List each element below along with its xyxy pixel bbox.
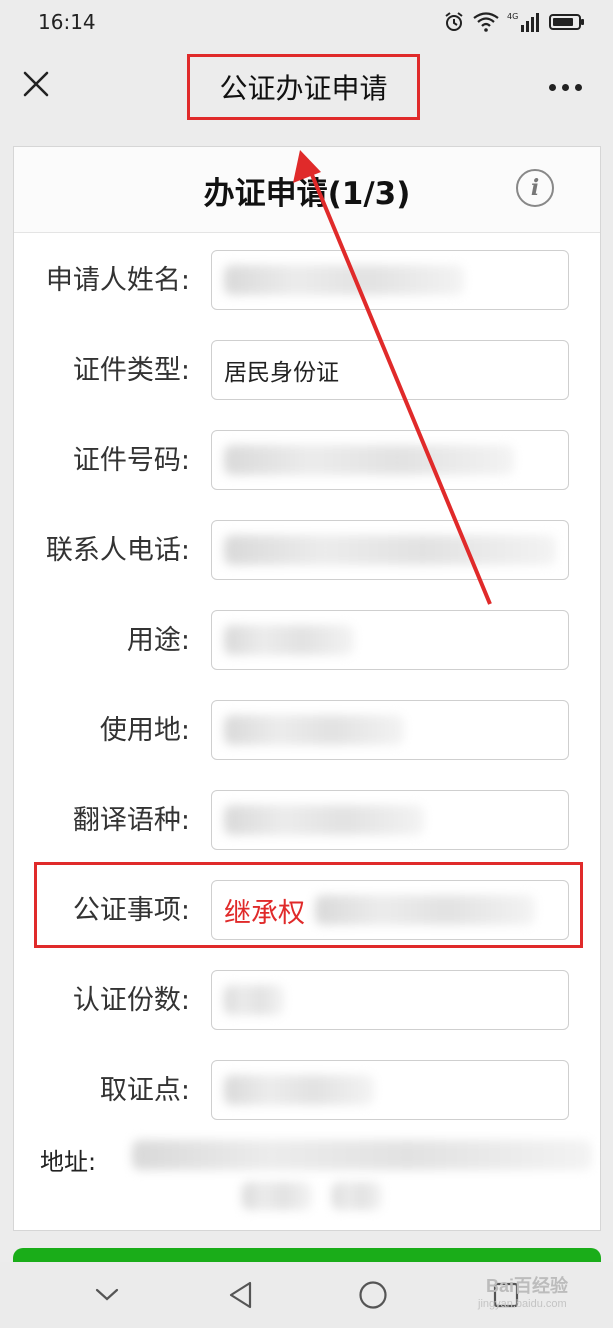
collapse-button[interactable] (83, 1271, 131, 1319)
form-row-id-type: 证件类型: 居民身份证 (14, 340, 600, 402)
form-row-copies: 认证份数: (14, 970, 600, 1032)
close-icon (23, 71, 49, 97)
info-icon[interactable]: i (516, 169, 554, 207)
field-label: 公证事项: (72, 895, 190, 926)
battery-icon (549, 14, 584, 30)
more-icon-dot (548, 83, 556, 91)
status-icons: 4G (443, 11, 585, 33)
field-label: 用途: (126, 625, 190, 656)
form-header: 办证申请(1/3) i (14, 147, 600, 233)
blurred-value (132, 1140, 592, 1170)
form-row-notary-matter: 公证事项: 继承权 (14, 880, 600, 942)
nav-bar: 公证办证申请 (0, 44, 613, 130)
blurred-value (224, 625, 354, 655)
more-icon-dot (561, 83, 569, 91)
blurred-value (224, 985, 284, 1015)
blurred-value (224, 535, 556, 565)
form-row-purpose: 用途: (14, 610, 600, 672)
form-row-applicant-name: 申请人姓名: (14, 250, 600, 312)
blurred-value (242, 1182, 312, 1210)
svg-text:4G: 4G (507, 12, 518, 21)
field-label: 申请人姓名: (45, 265, 190, 296)
status-time: 16:14 (38, 10, 96, 34)
blurred-value (332, 1182, 382, 1210)
form-row-id-number: 证件号码: (14, 430, 600, 492)
notary-matter-field[interactable]: 继承权 (211, 880, 569, 940)
recents-square-icon (494, 1282, 519, 1308)
field-label: 翻译语种: (72, 805, 190, 836)
blurred-value (224, 265, 464, 295)
page-title: 公证办证申请 (187, 54, 420, 120)
back-triangle-icon (229, 1281, 251, 1309)
purpose-field[interactable] (211, 610, 569, 670)
system-nav-bar (0, 1262, 613, 1328)
contact-phone-field[interactable] (211, 520, 569, 580)
alarm-icon (445, 12, 463, 31)
blurred-value (224, 1075, 374, 1105)
address-value (122, 1132, 600, 1222)
status-bar: 16:14 4G (0, 0, 613, 44)
id-type-field[interactable]: 居民身份证 (211, 340, 569, 400)
blurred-value (224, 805, 424, 835)
more-icon-dot (574, 83, 582, 91)
translation-language-field[interactable] (211, 790, 569, 850)
field-label: 联系人电话: (45, 535, 190, 566)
blurred-value (315, 895, 535, 925)
form-title: 办证申请(1/3) (203, 175, 411, 212)
home-circle-icon (359, 1281, 387, 1309)
field-label: 证件号码: (72, 445, 190, 476)
copies-field[interactable] (211, 970, 569, 1030)
blurred-value (224, 445, 514, 475)
wifi-icon (473, 12, 499, 32)
form-row-contact-phone: 联系人电话: (14, 520, 600, 582)
close-button[interactable] (18, 66, 54, 102)
signal-icon: 4G (507, 12, 539, 32)
recents-button[interactable] (482, 1271, 530, 1319)
field-label: 认证份数: (72, 985, 190, 1016)
chevron-down-icon (95, 1288, 118, 1301)
field-label: 证件类型: (72, 355, 190, 386)
field-label: 取证点: (99, 1075, 190, 1106)
form-row-pickup-point: 取证点: (14, 1060, 600, 1122)
notary-matter-value: 继承权 (224, 897, 305, 929)
blurred-value (224, 715, 404, 745)
field-label: 使用地: (99, 715, 190, 746)
applicant-name-field[interactable] (211, 250, 569, 310)
form-row-use-location: 使用地: (14, 700, 600, 762)
address-label: 地址: (40, 1148, 97, 1176)
pickup-point-field[interactable] (211, 1060, 569, 1120)
form-panel: 办证申请(1/3) i 申请人姓名: 证件类型: 居民身份证 证件号码: 联系人… (13, 146, 601, 1231)
form-row-translation-language: 翻译语种: (14, 790, 600, 852)
id-number-field[interactable] (211, 430, 569, 490)
more-button[interactable] (545, 72, 585, 102)
back-button[interactable] (216, 1271, 264, 1319)
use-location-field[interactable] (211, 700, 569, 760)
home-button[interactable] (349, 1271, 397, 1319)
